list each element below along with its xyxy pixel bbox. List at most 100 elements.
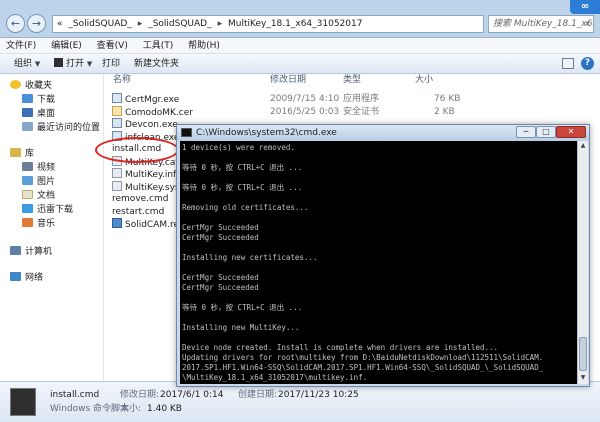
sidebar-item-label: 网络 xyxy=(25,273,44,283)
xunlei-download-icon xyxy=(22,204,33,213)
document-library-icon xyxy=(22,190,33,199)
sidebar-item-videos[interactable]: 视频 xyxy=(22,162,55,175)
console-line: CertMgr Succeeded xyxy=(182,283,259,292)
cmd-titlebar[interactable]: C:\Windows\system32\cmd.exe ─ □ ✕ xyxy=(177,125,589,141)
maximize-button[interactable]: □ xyxy=(536,126,556,138)
scrollbar-thumb[interactable] xyxy=(579,337,587,371)
sidebar-item-favorites[interactable]: 收藏夹 xyxy=(10,80,52,93)
highlight-circle xyxy=(95,137,179,163)
sidebar-item-network[interactable]: 网络 xyxy=(10,272,43,285)
file-name: restart.cmd xyxy=(112,206,165,217)
view-options-icon[interactable] xyxy=(562,58,574,69)
menu-tools[interactable]: 工具(T) xyxy=(137,38,180,54)
library-icon xyxy=(10,148,21,157)
file-name: Devcon.exe xyxy=(125,120,178,130)
sidebar-item-computer[interactable]: 计算机 xyxy=(10,246,52,259)
cmd-icon xyxy=(181,128,192,137)
menu-bar: 文件(F) 编辑(E) 查看(V) 工具(T) 帮助(H) xyxy=(0,38,600,54)
open-label: 打开 xyxy=(66,59,85,69)
star-icon xyxy=(10,80,21,89)
column-header-name[interactable]: 名称 xyxy=(113,74,131,86)
menu-file[interactable]: 文件(F) xyxy=(0,38,42,54)
file-name: MultiKey.inf xyxy=(125,170,177,180)
command-toolbar: 组织 ▼ 打开 ▼ 打印 新建文件夹 ? xyxy=(0,54,600,74)
console-scrollbar[interactable]: ▲ ▼ xyxy=(577,141,588,384)
sidebar-item-xunlei[interactable]: 迅雷下载 xyxy=(22,204,73,217)
sidebar-item-label: 库 xyxy=(25,149,35,159)
file-exe-icon xyxy=(112,93,122,103)
file-row[interactable]: CertMgr.exe 2009/7/15 4:10 应用程序 76 KB xyxy=(112,93,472,106)
organize-button[interactable]: 组织 ▼ xyxy=(14,57,40,71)
file-sys-icon xyxy=(112,180,122,191)
open-icon xyxy=(54,58,63,67)
computer-icon xyxy=(10,246,21,255)
sidebar-item-music[interactable]: 音乐 xyxy=(22,218,55,231)
close-button[interactable]: ✕ xyxy=(556,126,586,138)
console-line: Updating drivers for root\multikey from … xyxy=(182,353,544,362)
recent-places-icon xyxy=(22,122,33,131)
file-list-header: 名称 修改日期 类型 大小 xyxy=(105,74,600,86)
help-icon[interactable]: ? xyxy=(581,57,594,70)
sidebar-item-recent[interactable]: 最近访问的位置 xyxy=(22,122,100,135)
search-icon[interactable]: ⌕ xyxy=(585,16,590,32)
sidebar-item-downloads[interactable]: 下载 xyxy=(22,94,55,107)
console-output[interactable]: 1 device(s) were removed. 等待 0 秒，按 CTRL+C… xyxy=(180,141,577,384)
sidebar-item-libraries[interactable]: 库 xyxy=(10,148,34,161)
status-size-value: 1.40 KB xyxy=(147,404,182,414)
open-button[interactable]: 打开 ▼ xyxy=(54,57,92,71)
minimize-button[interactable]: ─ xyxy=(516,126,536,138)
breadcrumb-item[interactable]: _SolidSQUAD_ xyxy=(148,19,211,29)
column-header-modified[interactable]: 修改日期 xyxy=(270,74,306,86)
sidebar-item-pictures[interactable]: 图片 xyxy=(22,176,55,189)
status-modified-value: 2017/6/1 0:14 xyxy=(160,390,224,400)
scroll-down-icon[interactable]: ▼ xyxy=(579,374,587,382)
column-header-type[interactable]: 类型 xyxy=(343,74,361,86)
picture-library-icon xyxy=(22,176,33,185)
chevron-down-icon: ▼ xyxy=(86,60,93,68)
console-line: CertMgr Succeeded xyxy=(182,273,259,282)
forward-arrow-icon[interactable]: → xyxy=(27,14,46,33)
breadcrumb-item[interactable]: _SolidSQUAD_ xyxy=(68,19,131,29)
address-bar[interactable]: « _SolidSQUAD_ ▸ _SolidSQUAD_ ▸ MultiKey_1… xyxy=(52,15,484,33)
sidebar-item-label: 下载 xyxy=(37,95,56,105)
menu-help[interactable]: 帮助(H) xyxy=(182,38,226,54)
explorer-titlebar: ← → « _SolidSQUAD_ ▸ _SolidSQUAD_ ▸ MultiK… xyxy=(0,0,600,38)
sidebar-item-label: 音乐 xyxy=(37,219,56,229)
status-filetype: Windows 命令脚本 xyxy=(50,404,130,414)
breadcrumb-separator-icon: ▸ xyxy=(137,19,143,29)
cmd-file-icon xyxy=(10,388,36,416)
print-button[interactable]: 打印 xyxy=(102,57,120,71)
breadcrumb-overflow[interactable]: « xyxy=(57,19,63,29)
file-exe-icon xyxy=(112,118,122,128)
file-type: 安全证书 xyxy=(343,106,380,117)
back-arrow-icon[interactable]: ← xyxy=(6,14,25,33)
console-line: 等待 0 秒，按 CTRL+C 退出 ... xyxy=(182,183,303,192)
file-type: 应用程序 xyxy=(343,94,380,104)
sidebar-item-documents[interactable]: 文档 xyxy=(22,190,55,203)
sidebar-item-label: 视频 xyxy=(37,163,56,173)
cmd-window: C:\Windows\system32\cmd.exe ─ □ ✕ 1 devi… xyxy=(176,124,590,387)
status-created-value: 2017/11/23 10:25 xyxy=(278,390,359,400)
search-input[interactable]: 搜索 MultiKey_18.1_x64... ⌕ xyxy=(488,15,594,33)
scroll-up-icon[interactable]: ▲ xyxy=(579,142,587,150)
breadcrumb-item[interactable]: MultiKey_18.1_x64_31052017 xyxy=(228,19,362,29)
console-line: 2017.SP1.HF1.Win64-SSQ\SolidCAM.2017.SP1… xyxy=(182,363,544,372)
file-row[interactable]: ComodoMK.cer 2016/5/25 0:03 安全证书 2 KB xyxy=(112,105,472,119)
sidebar-item-label: 计算机 xyxy=(25,247,53,257)
column-header-size[interactable]: 大小 xyxy=(415,74,433,86)
sidebar-item-desktop[interactable]: 桌面 xyxy=(22,108,55,121)
organize-label: 组织 xyxy=(14,59,33,69)
console-line: Installing new certificates... xyxy=(182,253,318,262)
sidebar-item-label: 迅雷下载 xyxy=(37,205,74,215)
file-size: 2 KB xyxy=(434,106,455,117)
console-line: 等待 0 秒，按 CTRL+C 退出 ... xyxy=(182,303,303,312)
console-line: \MultiKey_18.1_x64_31052017\multikey.inf… xyxy=(182,373,368,382)
cmd-title-text: C:\Windows\system32\cmd.exe xyxy=(196,128,337,138)
new-folder-button[interactable]: 新建文件夹 xyxy=(134,57,179,71)
menu-view[interactable]: 查看(V) xyxy=(91,38,134,54)
menu-edit[interactable]: 编辑(E) xyxy=(45,38,88,54)
